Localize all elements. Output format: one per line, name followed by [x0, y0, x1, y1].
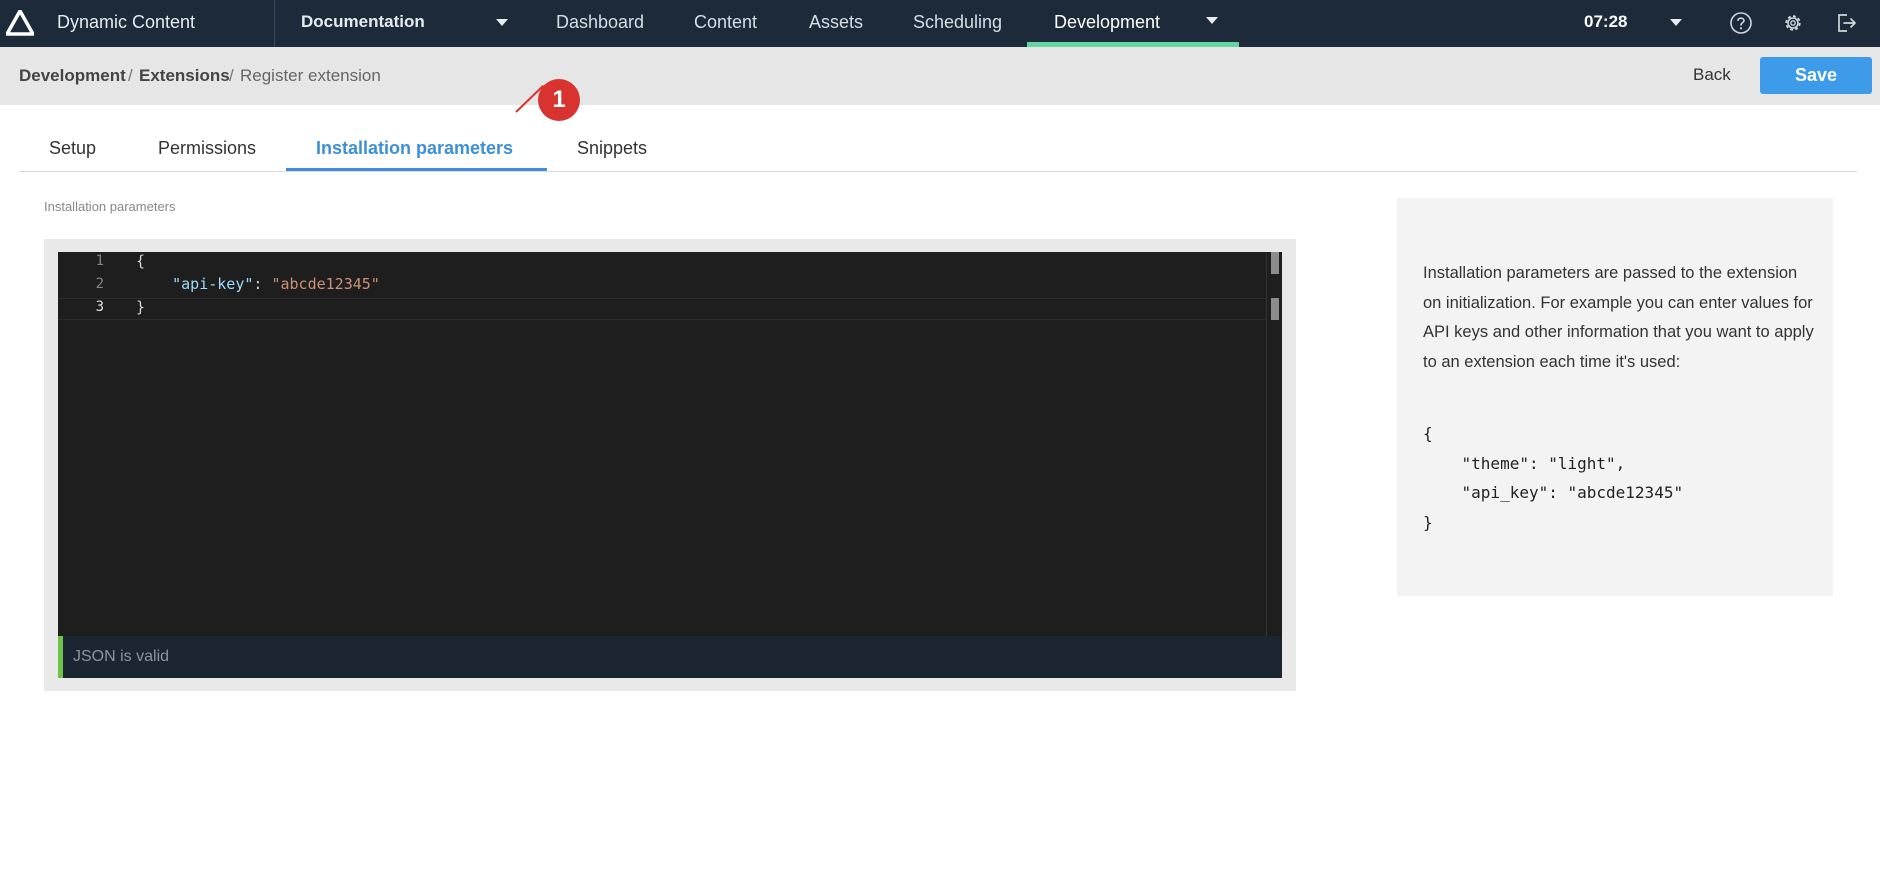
scrollbar-thumb[interactable]: [1271, 252, 1279, 274]
tabs-divider: [19, 171, 1857, 172]
validation-status-text: JSON is valid: [73, 648, 170, 665]
nav-item-dashboard[interactable]: Dashboard: [556, 12, 644, 33]
current-line-highlight: [58, 298, 1266, 320]
hub-selector[interactable]: Documentation: [301, 12, 425, 32]
app-logo-icon[interactable]: [6, 10, 34, 36]
development-chevron-down-icon[interactable]: [1206, 17, 1218, 24]
code-line: }: [136, 298, 146, 316]
code-line: "api-key": "abcde12345": [136, 275, 380, 293]
nav-item-scheduling[interactable]: Scheduling: [913, 12, 1002, 33]
save-button[interactable]: Save: [1760, 57, 1872, 94]
help-panel: Installation parameters are passed to th…: [1397, 198, 1833, 596]
breadcrumb-extensions[interactable]: Extensions: [139, 66, 230, 86]
nav-divider: [274, 0, 275, 47]
nav-item-content[interactable]: Content: [694, 12, 757, 33]
json-code-editor[interactable]: 1 2 3 { "api-key": "abcde12345" }: [58, 252, 1282, 636]
time-chevron-down-icon[interactable]: [1670, 19, 1682, 26]
active-tab-underline: [286, 168, 547, 171]
validation-status-bar: JSON is valid: [58, 636, 1282, 678]
json-value: "abcde12345": [271, 275, 380, 293]
example-code-line: "theme": "light",: [1423, 453, 1626, 473]
hub-chevron-down-icon[interactable]: [496, 19, 508, 26]
logout-icon[interactable]: [1834, 11, 1858, 35]
code-line: {: [136, 252, 146, 270]
help-icon[interactable]: [1729, 11, 1753, 35]
line-number-current: 3: [95, 299, 104, 315]
breadcrumb-development[interactable]: Development: [19, 66, 126, 86]
tab-snippets[interactable]: Snippets: [577, 138, 647, 159]
tab-installation-parameters[interactable]: Installation parameters: [316, 138, 513, 159]
help-example-code: { "theme": "light", "api_key": "abcde123…: [1423, 419, 1683, 537]
breadcrumb-register-extension: Register extension: [240, 66, 381, 85]
json-colon: :: [253, 275, 272, 293]
example-code-line: }: [1423, 512, 1433, 532]
app-title: Dynamic Content: [57, 12, 196, 32]
help-description: Installation parameters are passed to th…: [1423, 264, 1814, 371]
editor-scrollbar[interactable]: [1266, 252, 1282, 636]
tab-setup[interactable]: Setup: [49, 138, 96, 159]
tab-permissions[interactable]: Permissions: [158, 138, 256, 159]
callout-marker: 1: [538, 79, 580, 121]
example-code-line: "api_key": "abcde12345": [1423, 483, 1684, 502]
nav-item-assets[interactable]: Assets: [809, 12, 863, 33]
breadcrumb-separator: /: [229, 66, 234, 85]
nav-item-development[interactable]: Development: [1054, 12, 1160, 33]
back-button[interactable]: Back: [1693, 65, 1731, 85]
json-key: "api-key": [172, 275, 254, 293]
line-number: 1: [95, 253, 104, 269]
clock-time: 07:28: [1584, 12, 1628, 31]
scrollbar-cursor-marker: [1271, 298, 1279, 320]
top-navigation-bar: Dynamic Content Documentation Dashboard …: [0, 0, 1880, 47]
example-code-line: {: [1423, 424, 1433, 443]
breadcrumb-bar: Development / Extensions / Register exte…: [0, 47, 1880, 105]
breadcrumb-separator: /: [128, 66, 133, 85]
line-number: 2: [95, 276, 104, 292]
field-label: Installation parameters: [44, 199, 176, 214]
settings-gear-icon[interactable]: [1781, 11, 1805, 35]
